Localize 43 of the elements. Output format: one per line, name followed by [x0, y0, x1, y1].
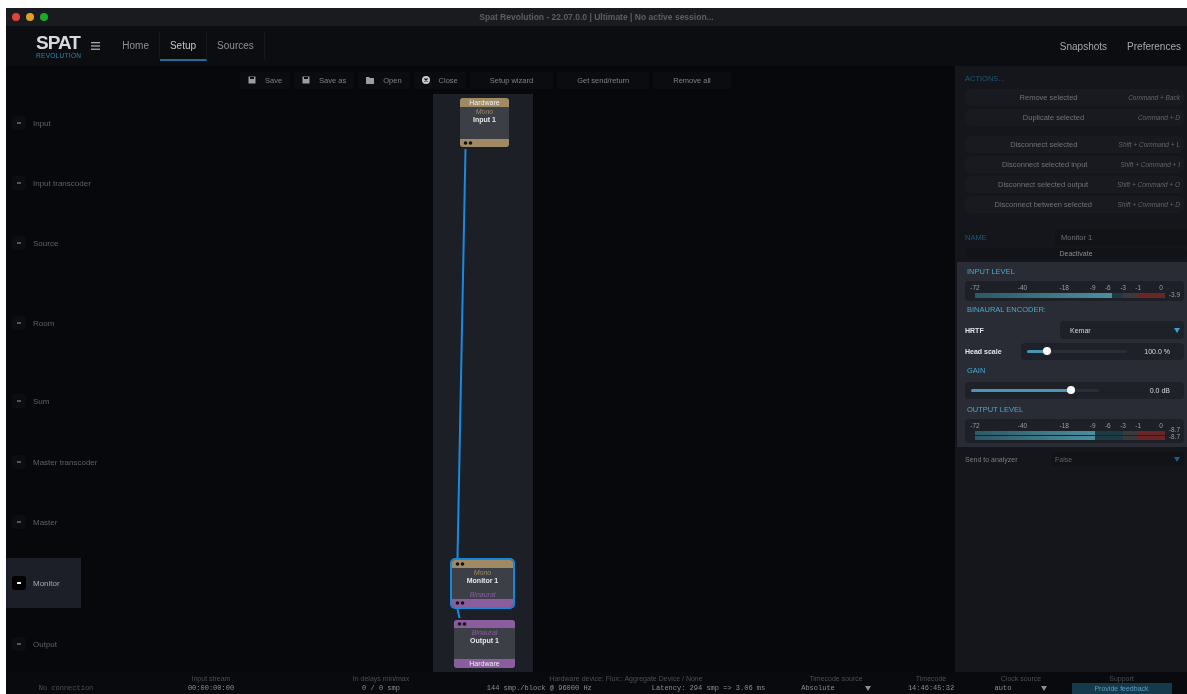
nav-tab[interactable]: Sources [207, 31, 265, 61]
minus-icon [17, 122, 21, 124]
minus-icon [17, 182, 21, 184]
nav-button[interactable]: Snapshots [1047, 32, 1114, 60]
minus-icon [17, 400, 21, 402]
caret-icon [864, 686, 871, 691]
ports-icon [463, 140, 473, 146]
lane-header[interactable]: Master [6, 496, 68, 548]
floppy-icon [248, 76, 256, 84]
caret-icon [1174, 327, 1180, 333]
lane-header[interactable]: Sum [6, 374, 60, 428]
minus-icon [17, 582, 21, 584]
floppy-icon [302, 76, 311, 84]
window-title: Spat Revolution - 22.07.0.0 | Ultimate | No active session... [479, 12, 714, 22]
minus-icon [17, 461, 21, 463]
minus-icon [17, 322, 21, 324]
ports-icon [455, 600, 465, 606]
nav-tab[interactable]: Home [112, 31, 160, 61]
lane-header[interactable]: Input transcoder [6, 152, 101, 214]
slider-thumb[interactable] [1066, 386, 1075, 394]
minus-icon [17, 521, 21, 523]
close-icon [421, 76, 430, 84]
collapse-button[interactable] [12, 576, 26, 590]
caret-icon [1174, 456, 1180, 462]
lane-header[interactable]: Room [6, 272, 65, 374]
logo-text: SPAT [36, 33, 80, 52]
connection-wire[interactable] [456, 148, 467, 559]
menu-icon[interactable] [91, 42, 101, 50]
connection-wire[interactable] [456, 608, 461, 619]
ports-icon [457, 621, 467, 627]
ports-icon [455, 561, 465, 567]
caret-icon [1041, 686, 1048, 691]
folder-icon [366, 76, 375, 84]
lane-header[interactable]: Master transcoder [6, 428, 108, 496]
lane-header[interactable]: Monitor [6, 558, 81, 608]
lane-header[interactable]: Input [6, 94, 61, 152]
slider-thumb[interactable] [1043, 347, 1051, 355]
lane-header[interactable]: Source [6, 214, 69, 272]
lane-header[interactable]: Output [6, 618, 67, 670]
nav-tab[interactable]: Setup [159, 31, 208, 61]
minus-icon [17, 242, 21, 244]
nav-button[interactable]: Preferences [1115, 32, 1187, 60]
minus-icon [17, 643, 21, 645]
